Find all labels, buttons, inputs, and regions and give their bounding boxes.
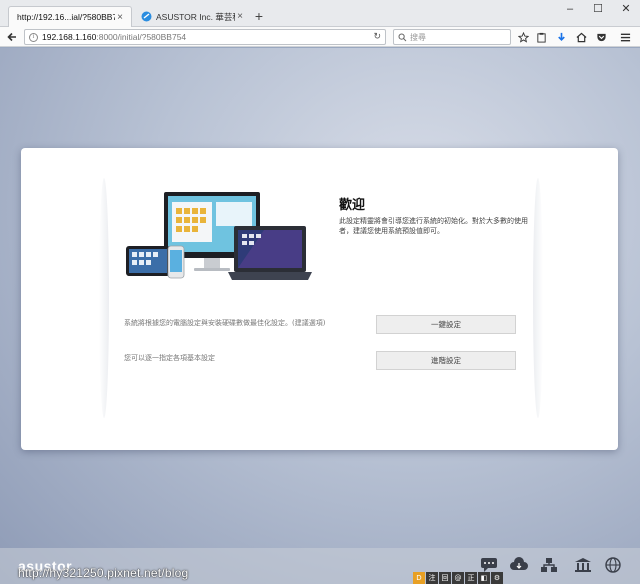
new-tab-button[interactable]: +	[252, 8, 266, 24]
tab-initial-setup[interactable]: http://192.16...ial/?580BB754 ×	[8, 6, 132, 27]
browser-tabbar: http://192.16...ial/?580BB754 × ASUSTOR …	[0, 0, 640, 27]
close-window-button[interactable]: ✕	[612, 0, 640, 18]
close-tab-icon[interactable]: ×	[115, 12, 125, 23]
address-bar[interactable]: i 192.168.1.160:8000/initial/?580BB754 ↻	[24, 29, 386, 45]
taskbar-item[interactable]: ⚙	[491, 572, 503, 584]
page-background: 歡迎 此設定精靈將會引導您進行系統的初始化。對於大多數的使用者，建議您使用系統預…	[0, 48, 640, 584]
back-button[interactable]	[4, 29, 20, 45]
welcome-description: 此設定精靈將會引導您進行系統的初始化。對於大多數的使用者，建議您使用系統預設值即…	[339, 217, 528, 235]
taskbar-item[interactable]: D	[413, 572, 425, 584]
taskbar-item[interactable]: @	[452, 572, 464, 584]
maximize-button[interactable]: ☐	[584, 0, 612, 18]
tab-label: http://192.16...ial/?580BB754	[17, 12, 115, 22]
bank-icon[interactable]	[572, 556, 594, 574]
tab-label: ASUSTOR Inc. 華芸科技 -...	[156, 11, 235, 22]
taskbar-item[interactable]: 正	[465, 572, 477, 584]
one-click-setup-description: 系統將根據您的電腦設定與安裝硬碟數做最佳化設定。(建議選項)	[124, 319, 326, 327]
clipboard-icon[interactable]	[534, 30, 548, 44]
search-placeholder: 搜尋	[410, 32, 426, 42]
network-icon[interactable]	[538, 556, 560, 574]
card-divider-right	[533, 178, 543, 418]
pocket-icon[interactable]	[594, 30, 608, 44]
url-path: :8000/initial/?580BB754	[96, 32, 187, 42]
search-input[interactable]: 搜尋	[393, 29, 511, 45]
bookmark-star-icon[interactable]	[516, 30, 530, 44]
taskbar-item[interactable]: 注	[426, 572, 438, 584]
search-icon	[398, 33, 407, 41]
card-divider-left	[99, 178, 109, 418]
minimize-button[interactable]: –	[556, 0, 584, 18]
welcome-title: 歡迎	[339, 198, 366, 213]
watermark-text: http://hy321250.pixnet.net/blog	[18, 566, 189, 580]
taskbar-item[interactable]: ◧	[478, 572, 490, 584]
globe-icon[interactable]	[602, 556, 624, 574]
menu-icon[interactable]	[618, 30, 632, 44]
one-click-setup-button[interactable]: 一鍵設定	[376, 315, 516, 334]
url-host: 192.168.1.160	[42, 32, 97, 42]
site-info-icon[interactable]: i	[29, 32, 38, 42]
advanced-setup-button[interactable]: 進階設定	[376, 351, 516, 370]
advanced-setup-description: 您可以逐一指定各項基本設定	[124, 354, 215, 362]
home-icon[interactable]	[574, 30, 588, 44]
back-arrow-icon	[7, 32, 16, 42]
browser-navbar: i 192.168.1.160:8000/initial/?580BB754 ↻…	[0, 27, 640, 47]
download-icon[interactable]	[554, 30, 568, 44]
asustor-favicon-icon	[141, 11, 152, 22]
reload-icon[interactable]: ↻	[373, 31, 381, 42]
welcome-card: 歡迎 此設定精靈將會引導您進行系統的初始化。對於大多數的使用者，建議您使用系統預…	[21, 148, 618, 450]
devices-illustration-icon	[126, 192, 312, 280]
taskbar-item[interactable]: 回	[439, 572, 451, 584]
close-tab-icon[interactable]: ×	[235, 11, 245, 22]
tab-asustor[interactable]: ASUSTOR Inc. 華芸科技 -... ×	[133, 6, 251, 27]
os-taskbar: D 注 回 @ 正 ◧ ⚙	[413, 572, 517, 584]
